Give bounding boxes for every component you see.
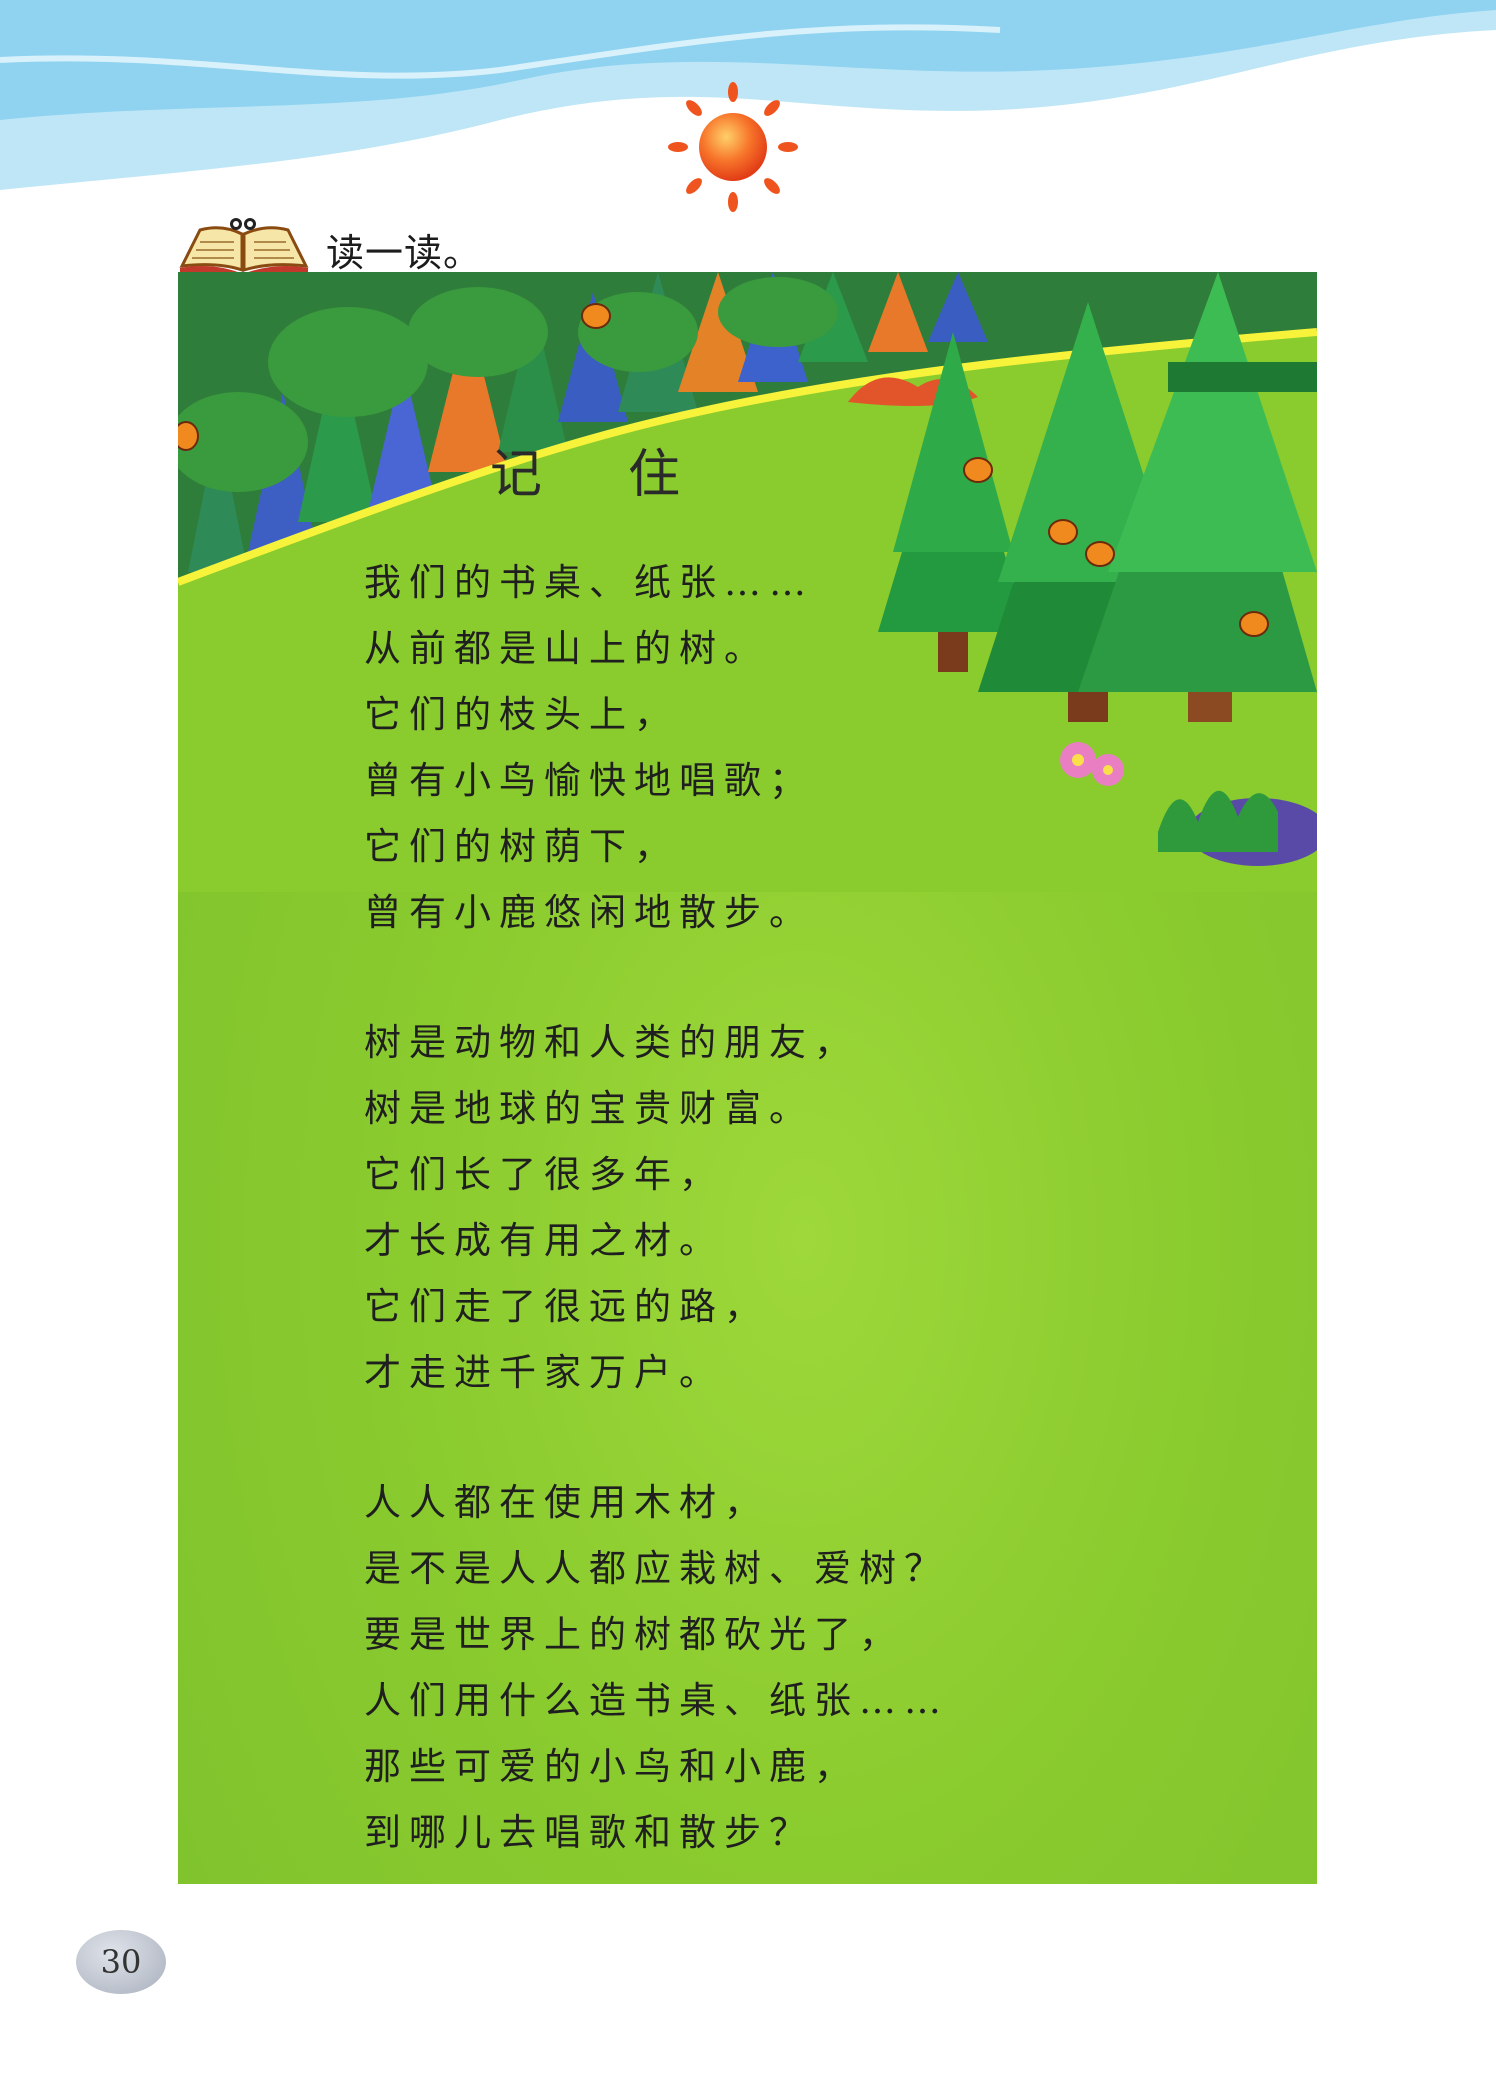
poem-line: 人人都在使用木材， — [364, 1481, 769, 1524]
poem-title-char: 住 — [628, 445, 681, 505]
poem-line: 曾有小鸟愉快地唱歌； — [364, 759, 814, 802]
poem-line: 树是动物和人类的朋友， — [364, 1021, 859, 1064]
poem-line: 它们的树荫下， — [364, 825, 679, 868]
book-icon — [179, 218, 309, 274]
poem-line: 它们的枝头上， — [364, 693, 679, 736]
poem-line: 到哪儿去唱歌和散步？ — [364, 1811, 814, 1854]
read-section-header: 读一读。 — [178, 216, 538, 275]
poem-line: 才走进千家万户。 — [364, 1351, 724, 1394]
header-label: 读一读。 — [326, 231, 483, 275]
poem-line: 是不是人人都应栽树、爱树？ — [364, 1547, 949, 1590]
poem-line: 才长成有用之材。 — [364, 1219, 724, 1262]
poem-line: 要是世界上的树都砍光了， — [364, 1613, 904, 1656]
poem-panel: 记住 我们的书桌、纸张…… 从前都是山上的树。 它们的枝头上， 曾有小鸟愉快地唱… — [178, 272, 1317, 1884]
poem-line: 人们用什么造书桌、纸张…… — [364, 1679, 949, 1722]
poem-stanza: 人人都在使用木材， 是不是人人都应栽树、爱树？ 要是世界上的树都砍光了， 人们用… — [364, 1470, 1064, 1866]
poem-line: 那些可爱的小鸟和小鹿， — [364, 1745, 859, 1788]
sun-icon — [668, 82, 798, 212]
poem-line: 它们长了很多年， — [364, 1153, 724, 1196]
poem-line: 从前都是山上的树。 — [364, 627, 769, 670]
poem-stanza: 我们的书桌、纸张…… 从前都是山上的树。 它们的枝头上， 曾有小鸟愉快地唱歌； … — [364, 550, 1064, 946]
poem-title-char: 记 — [490, 445, 543, 505]
poem-line: 它们走了很远的路， — [364, 1285, 769, 1328]
poem-line: 树是地球的宝贵财富。 — [364, 1087, 814, 1130]
poem-title: 记住 — [490, 432, 790, 507]
poem-line: 我们的书桌、纸张…… — [364, 561, 814, 604]
page-number: 30 — [76, 1930, 166, 1994]
poem-stanza: 树是动物和人类的朋友， 树是地球的宝贵财富。 它们长了很多年， 才长成有用之材。… — [364, 1010, 1064, 1406]
poem-line: 曾有小鹿悠闲地散步。 — [364, 891, 814, 934]
